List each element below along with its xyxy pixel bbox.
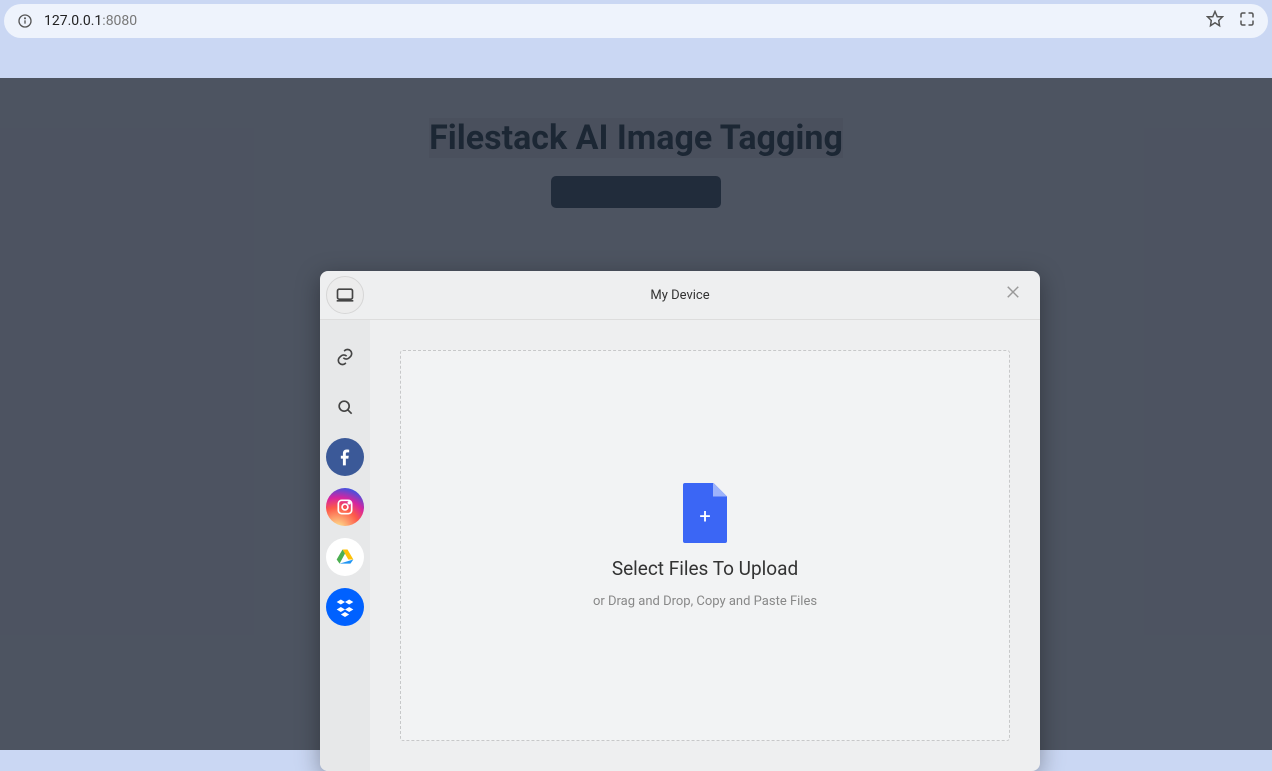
modal-title: My Device [320,288,1040,303]
star-icon[interactable] [1206,10,1224,32]
source-link[interactable] [326,338,364,376]
source-google-drive[interactable] [326,538,364,576]
modal-header: My Device [320,271,1040,320]
source-search[interactable] [326,388,364,426]
dropzone[interactable]: + Select Files To Upload or Drag and Dro… [400,350,1010,741]
address-bar[interactable]: 127.0.0.1:8080 [4,4,1268,38]
file-plus-icon: + [683,483,727,543]
file-picker-modal: My Device [320,271,1040,771]
info-icon [16,12,34,30]
source-facebook[interactable] [326,438,364,476]
close-button[interactable] [1004,283,1028,307]
dropzone-headline: Select Files To Upload [612,557,798,580]
source-dropbox[interactable] [326,588,364,626]
source-sidebar [320,320,370,771]
source-instagram[interactable] [326,488,364,526]
extensions-icon[interactable] [1238,10,1256,32]
dropzone-subtext: or Drag and Drop, Copy and Paste Files [593,594,817,609]
url-text: 127.0.0.1:8080 [44,13,137,29]
